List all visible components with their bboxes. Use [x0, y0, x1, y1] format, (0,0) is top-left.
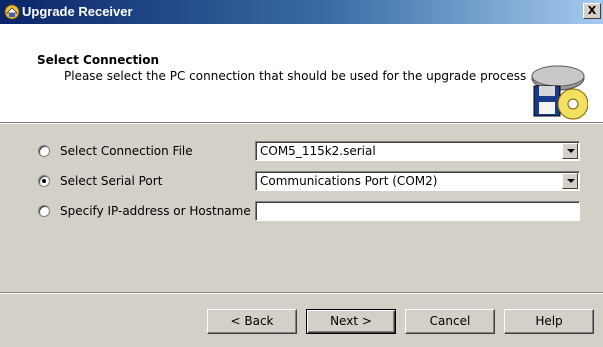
option-label: Specify IP-address or Hostname [60, 204, 251, 218]
connection-file-select[interactable]: COM5_115k2.serial [255, 141, 580, 161]
cancel-button[interactable]: Cancel [405, 309, 495, 334]
dropdown-button[interactable] [562, 143, 578, 159]
radio-serial-port[interactable] [38, 175, 50, 187]
option-label: Select Serial Port [60, 174, 163, 188]
serial-port-select[interactable]: Communications Port (COM2) [255, 171, 580, 191]
chevron-down-icon [567, 149, 575, 153]
radio-ip-address[interactable] [38, 205, 50, 217]
option-connection-file[interactable]: Select Connection File COM5_115k2.serial [0, 141, 603, 165]
dropdown-button[interactable] [562, 173, 578, 189]
back-button[interactable]: < Back [207, 309, 297, 334]
close-button[interactable]: X [583, 3, 601, 19]
help-button[interactable]: Help [504, 309, 594, 334]
app-icon [4, 4, 20, 20]
title-bar[interactable]: Upgrade Receiver X [0, 0, 603, 24]
option-serial-port[interactable]: Select Serial Port Communications Port (… [0, 171, 603, 195]
chevron-down-icon [567, 179, 575, 183]
radio-selected-dot [42, 179, 46, 183]
ip-address-input[interactable] [255, 201, 580, 221]
next-button[interactable]: Next > [306, 309, 396, 334]
page-subtitle: Please select the PC connection that sho… [64, 69, 527, 83]
select-value: Communications Port (COM2) [260, 174, 438, 188]
upgrade-disk-icon [531, 65, 588, 120]
window-title: Upgrade Receiver [22, 4, 133, 19]
option-ip-address[interactable]: Specify IP-address or Hostname [0, 201, 603, 225]
select-value: COM5_115k2.serial [260, 144, 376, 158]
option-label: Select Connection File [60, 144, 193, 158]
header-divider [0, 123, 603, 124]
footer-divider-highlight [0, 293, 603, 294]
page-title: Select Connection [37, 53, 160, 67]
radio-connection-file[interactable] [38, 145, 50, 157]
wizard-header: Select Connection Please select the PC c… [0, 24, 603, 123]
close-icon: X [587, 4, 597, 17]
